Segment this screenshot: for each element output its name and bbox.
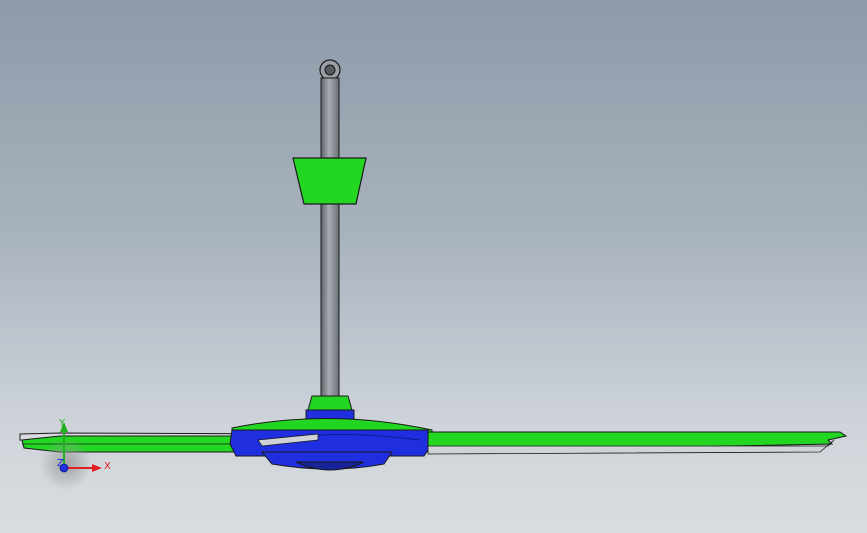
triad-y-label: Y xyxy=(58,418,66,429)
motor-collar[interactable] xyxy=(305,395,355,421)
downrod[interactable] xyxy=(320,77,340,399)
view-triad: Y X Z xyxy=(40,418,111,490)
triad-x-label: X xyxy=(104,461,111,472)
hanging-eyelet[interactable] xyxy=(319,59,341,81)
graphics-viewport[interactable]: Y X Z xyxy=(0,0,867,533)
canopy[interactable] xyxy=(292,157,367,205)
blade-right[interactable] xyxy=(427,431,848,455)
cad-model-view[interactable]: Y X Z xyxy=(0,0,867,533)
triad-z-label: Z xyxy=(57,458,64,469)
